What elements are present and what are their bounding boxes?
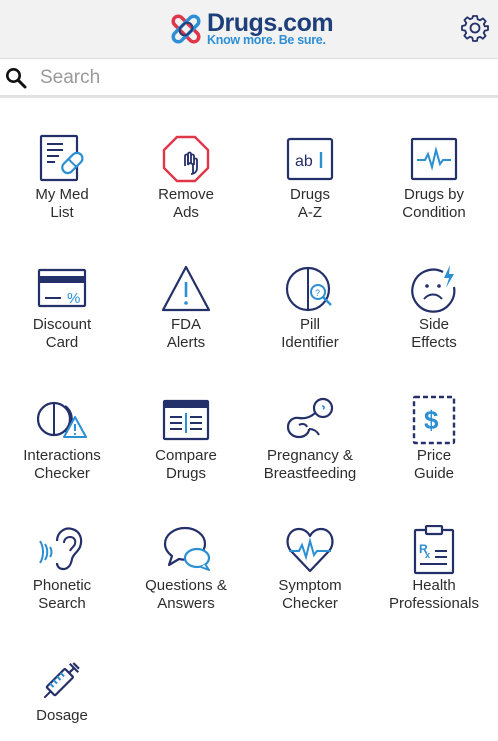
sad-face-bolt-icon xyxy=(411,265,456,313)
tile-label-line1: Compare xyxy=(155,447,217,464)
tile-label-line2: Condition xyxy=(402,204,466,221)
tile-price-guide[interactable]: $ Price Guide xyxy=(372,361,496,482)
tile-label-line1: Pill xyxy=(299,316,320,333)
tile-label-line2: Drugs xyxy=(165,465,206,482)
tile-label-line1: Dosage xyxy=(36,707,88,724)
med-list-icon xyxy=(39,134,84,182)
brand-tagline: Know more. Be sure. xyxy=(207,33,326,47)
tile-label-line2: Checker xyxy=(34,465,90,482)
tile-label-line1: Side xyxy=(418,316,450,333)
speech-bubbles-icon xyxy=(163,526,211,571)
tile-label-line1: Remove xyxy=(158,186,214,203)
tile-side-effects[interactable]: Side Effects xyxy=(372,230,496,351)
search-bar xyxy=(0,61,498,98)
svg-text:?: ? xyxy=(315,288,320,298)
tile-remove-ads[interactable]: Remove Ads xyxy=(124,100,248,221)
tile-symptom-checker[interactable]: Symptom Checker xyxy=(248,491,372,612)
tile-label-line2: Professionals xyxy=(388,595,480,612)
tile-dosage[interactable]: Dosage xyxy=(0,621,124,741)
baby-icon xyxy=(286,397,334,439)
gear-icon[interactable] xyxy=(461,14,489,42)
compare-card-icon xyxy=(162,399,210,441)
syringe-icon xyxy=(43,662,80,699)
tile-interactions-checker[interactable]: Interactions Checker xyxy=(0,361,124,482)
search-input[interactable] xyxy=(40,64,480,92)
tile-pregnancy-breastfeeding[interactable]: Pregnancy & Breastfeeding xyxy=(248,361,372,482)
tile-label-line2: Guide xyxy=(413,465,455,482)
svg-text:x: x xyxy=(425,550,430,560)
tile-label-line2: Search xyxy=(38,595,86,612)
ab-box-icon: ab xyxy=(286,137,334,181)
stop-hand-icon xyxy=(162,135,210,183)
pill-magnifier-icon: ? xyxy=(285,266,332,312)
feature-grid: My Med List Remove Ads ab Drugs A-Z Drug… xyxy=(0,100,498,729)
pills-warning-icon xyxy=(37,401,87,438)
drugs-com-logo[interactable]: Drugs.com Know more. Be sure. xyxy=(167,9,337,49)
tile-label-line2: Checker xyxy=(282,595,338,612)
svg-text:%: % xyxy=(67,290,80,307)
tile-label-line1: Questions & xyxy=(145,577,227,594)
dollar-coupon-icon: $ xyxy=(412,395,456,445)
tile-label-line2: Ads xyxy=(173,204,199,221)
tile-questions-answers[interactable]: Questions & Answers xyxy=(124,491,248,612)
tile-label-line2: Alerts xyxy=(166,334,206,351)
tile-label-line2: Effects xyxy=(411,334,457,351)
search-icon[interactable] xyxy=(5,67,27,89)
tile-label-line1: FDA xyxy=(171,316,201,333)
tile-my-med-list[interactable]: My Med List xyxy=(0,100,124,221)
svg-text:ab: ab xyxy=(295,153,313,170)
tile-label-line2: List xyxy=(50,204,74,221)
tile-label-line1: My Med xyxy=(35,186,89,203)
monitor-pulse-icon xyxy=(410,137,458,181)
discount-card-icon: % xyxy=(37,268,87,308)
tile-label-line1: Interactions xyxy=(23,447,101,464)
tile-label-line1: Health xyxy=(412,577,456,594)
tile-label-line1: Discount xyxy=(32,316,92,333)
logo-mark-icon xyxy=(171,14,201,44)
tile-health-professionals[interactable]: R x Health Professionals xyxy=(372,491,496,612)
tile-label-line2: A-Z xyxy=(297,204,323,221)
tile-label-line1: Symptom xyxy=(278,577,342,594)
tile-drugs-by-condition[interactable]: Drugs by Condition xyxy=(372,100,496,221)
tile-label-line1: Price xyxy=(416,447,452,464)
tile-drugs-a-z[interactable]: ab Drugs A-Z xyxy=(248,100,372,221)
tile-label-line1: Pregnancy & xyxy=(267,447,353,464)
tile-label-line1: Phonetic xyxy=(32,577,92,594)
tile-label-line1: Drugs xyxy=(289,186,330,203)
ear-icon xyxy=(39,527,83,571)
tile-label-line2: Breastfeeding xyxy=(263,465,357,482)
tile-label-line2: Answers xyxy=(157,595,215,612)
tile-label-line1: Drugs by xyxy=(403,186,465,203)
heart-pulse-icon xyxy=(286,527,334,573)
rx-clipboard-icon: R x xyxy=(413,525,455,575)
warning-triangle-icon xyxy=(161,265,211,312)
tile-fda-alerts[interactable]: FDA Alerts xyxy=(124,230,248,351)
tile-phonetic-search[interactable]: Phonetic Search xyxy=(0,491,124,612)
tile-discount-card[interactable]: % Discount Card xyxy=(0,230,124,351)
tile-compare-drugs[interactable]: Compare Drugs xyxy=(124,361,248,482)
app-header: Drugs.com Know more. Be sure. xyxy=(0,0,498,59)
tile-pill-identifier[interactable]: ? Pill Identifier xyxy=(248,230,372,351)
tile-label-line2: Card xyxy=(45,334,79,351)
tile-label-line2: Identifier xyxy=(281,334,339,351)
svg-text:$: $ xyxy=(424,405,439,435)
